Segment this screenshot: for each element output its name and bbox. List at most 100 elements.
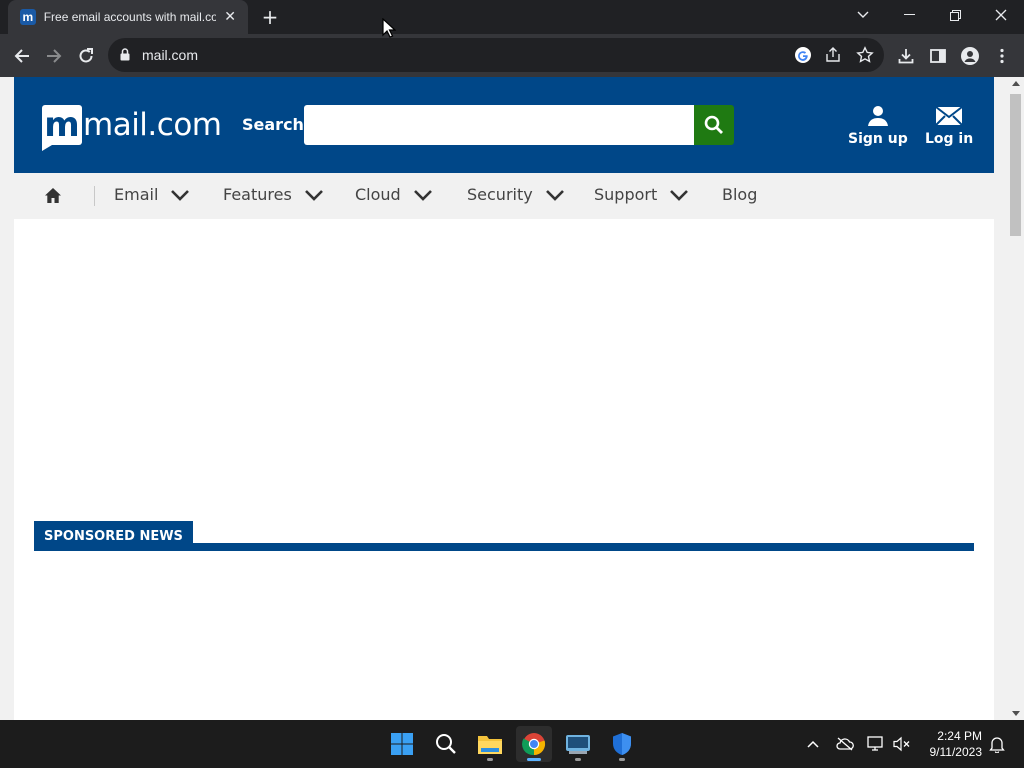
share-icon[interactable] <box>824 46 842 64</box>
google-lens-icon[interactable] <box>794 46 812 64</box>
mailcom-favicon-icon: m <box>20 9 36 25</box>
restore-button[interactable] <box>932 0 978 30</box>
mailcom-logo[interactable]: m mail.com <box>42 103 222 151</box>
nav-item-blog[interactable]: Blog <box>722 185 757 204</box>
volume-tray-button[interactable] <box>892 734 912 754</box>
download-icon <box>898 49 914 64</box>
show-hidden-icons-button[interactable] <box>803 734 823 754</box>
main-content: SPONSORED NEWS <box>14 219 994 720</box>
tab-close-icon[interactable]: ✕ <box>222 9 238 25</box>
search-icon <box>436 734 456 754</box>
arrow-left-icon <box>14 49 29 63</box>
chevron-down-icon <box>857 11 869 18</box>
nav-item-features[interactable]: Features <box>223 185 324 204</box>
chevron-down-icon <box>670 189 689 201</box>
scroll-up-arrow-icon[interactable] <box>1012 81 1020 86</box>
terminal-taskbar-button[interactable] <box>560 726 596 762</box>
search-label: Search <box>242 115 304 134</box>
running-indicator <box>619 758 625 761</box>
nav-item-label: Cloud <box>355 185 401 204</box>
profile-avatar-icon <box>961 47 979 65</box>
file-explorer-button[interactable] <box>472 726 508 762</box>
signup-button[interactable]: Sign up <box>848 105 908 147</box>
login-label: Log in <box>925 131 974 147</box>
profile-button[interactable] <box>956 42 984 70</box>
chrome-taskbar-button[interactable] <box>516 726 552 762</box>
nav-item-email[interactable]: Email <box>114 185 190 204</box>
scroll-down-arrow-icon[interactable] <box>1012 711 1020 716</box>
tab-title: Free email accounts with mail.com <box>43 10 217 24</box>
chevron-up-icon <box>807 740 819 748</box>
nav-home[interactable] <box>44 187 62 208</box>
page-scrollbar[interactable] <box>1007 77 1024 720</box>
chevron-down-icon <box>545 189 564 201</box>
chevron-down-icon <box>171 189 190 201</box>
reload-icon <box>79 48 93 63</box>
forward-button[interactable] <box>40 42 68 70</box>
clock-time: 2:24 PM <box>937 729 982 743</box>
running-indicator <box>527 758 541 761</box>
shield-icon <box>613 733 631 755</box>
back-button[interactable] <box>8 42 36 70</box>
close-icon <box>995 9 1007 21</box>
side-panel-icon <box>930 49 946 63</box>
nav-item-cloud[interactable]: Cloud <box>355 185 433 204</box>
nav-divider <box>94 186 95 206</box>
browser-menu-button[interactable] <box>988 42 1016 70</box>
taskbar-search-button[interactable] <box>428 726 464 762</box>
reload-button[interactable] <box>72 42 100 70</box>
main-navigation: Email Features Cloud Security Support Bl… <box>14 173 994 219</box>
new-tab-button[interactable]: + <box>258 5 282 29</box>
mouse-cursor-icon <box>382 18 396 38</box>
bell-icon <box>989 737 1005 753</box>
browser-tabstrip: m Free email accounts with mail.com ✕ + <box>0 0 1024 34</box>
browser-tab[interactable]: m Free email accounts with mail.com ✕ <box>8 0 248 34</box>
tab-search-button[interactable] <box>840 0 886 30</box>
nav-item-label: Support <box>594 185 658 204</box>
login-button[interactable]: Log in <box>925 105 973 147</box>
start-button[interactable] <box>384 726 420 762</box>
logo-m-box: m <box>42 105 82 151</box>
notifications-button[interactable] <box>987 734 1007 754</box>
bookmark-star-icon[interactable] <box>856 46 874 64</box>
nav-item-label: Security <box>467 185 533 204</box>
scrollbar-thumb[interactable] <box>1010 94 1021 236</box>
downloads-button[interactable] <box>892 42 920 70</box>
nav-item-support[interactable]: Support <box>594 185 689 204</box>
page-viewport: m mail.com Search Sign up Log in Email F… <box>0 77 1007 720</box>
chevron-down-icon <box>304 189 323 201</box>
sponsored-news-section: SPONSORED NEWS <box>34 521 974 551</box>
close-window-button[interactable] <box>978 0 1024 30</box>
windows-logo-icon <box>391 733 413 755</box>
restore-icon <box>949 9 961 21</box>
security-taskbar-button[interactable] <box>604 726 640 762</box>
onedrive-tray-button[interactable] <box>835 734 855 754</box>
network-tray-button[interactable] <box>866 734 886 754</box>
sponsored-news-heading: SPONSORED NEWS <box>34 521 193 551</box>
search-input[interactable] <box>304 105 694 145</box>
home-icon <box>45 188 61 203</box>
kebab-menu-icon <box>1000 48 1004 64</box>
running-indicator <box>487 758 493 761</box>
user-icon <box>867 106 888 126</box>
lock-icon[interactable] <box>120 48 130 61</box>
nav-item-security[interactable]: Security <box>467 185 565 204</box>
site-header: m mail.com Search Sign up Log in <box>14 77 994 173</box>
taskbar-clock[interactable]: 2:24 PM 9/11/2023 <box>918 728 983 760</box>
chrome-icon <box>522 733 546 756</box>
signup-label: Sign up <box>848 131 908 147</box>
clock-date: 9/11/2023 <box>929 745 983 759</box>
search-button[interactable] <box>694 105 734 145</box>
nav-item-label: Blog <box>722 185 758 204</box>
url-text[interactable]: mail.com <box>142 47 198 63</box>
side-panel-button[interactable] <box>924 42 952 70</box>
nav-item-label: Features <box>223 185 292 204</box>
cloud-offline-icon <box>836 737 854 751</box>
nav-item-label: Email <box>114 185 159 204</box>
address-bar[interactable]: mail.com <box>108 38 884 72</box>
folder-icon <box>478 736 502 754</box>
running-indicator <box>575 758 581 761</box>
arrow-right-icon <box>47 49 62 63</box>
minimize-button[interactable] <box>886 0 932 30</box>
remote-desktop-icon <box>566 735 590 754</box>
